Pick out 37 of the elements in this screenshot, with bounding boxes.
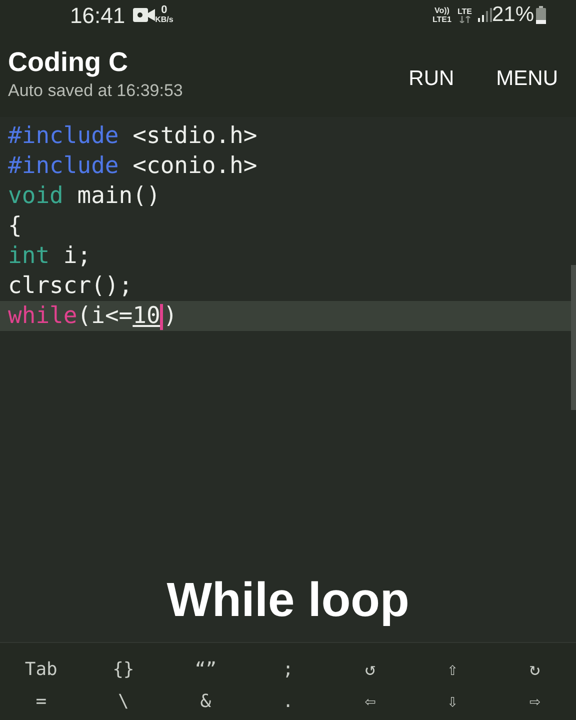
speed-unit: KB/s: [155, 15, 174, 25]
speed-value: 0: [161, 5, 168, 15]
autosave-status: Auto saved at 16:39:53: [8, 80, 183, 102]
app-title: Coding C: [8, 46, 129, 78]
data-arrows-icon: [458, 16, 471, 23]
code-line: #include <stdio.h>: [7, 122, 258, 151]
keyboard-key[interactable]: ↻: [494, 656, 576, 682]
video-caption: While loop: [166, 573, 410, 629]
keyboard-key[interactable]: ⇨: [494, 688, 576, 714]
keyboard-key[interactable]: ;: [246, 656, 330, 682]
volte-label: LTE1: [432, 15, 452, 24]
keyboard-key[interactable]: ⇦: [329, 688, 412, 714]
keyboard-key[interactable]: &: [164, 688, 247, 714]
volte-label: Vo)): [434, 6, 450, 15]
code-line: clrscr();: [7, 272, 134, 301]
keyboard-key[interactable]: \: [82, 688, 165, 714]
code-line: void main(): [7, 182, 162, 211]
action-button[interactable]: MENU: [496, 62, 558, 94]
video-camera-icon: [133, 8, 156, 22]
code-line: int i;: [7, 242, 92, 271]
battery-percent: 21%: [492, 2, 534, 28]
keyboard-key[interactable]: “”: [164, 656, 247, 682]
scrollbar[interactable]: [571, 265, 576, 410]
code-line: {: [7, 212, 23, 241]
keyboard-key[interactable]: ↺: [329, 656, 412, 682]
network-type: LTE: [457, 7, 472, 16]
signal-icon: [478, 8, 492, 22]
keyboard-key[interactable]: .: [246, 688, 330, 714]
keyboard-key[interactable]: {}: [82, 656, 165, 682]
battery-icon: [536, 6, 546, 24]
keyboard-key[interactable]: ⇧: [411, 656, 494, 682]
keyboard-key[interactable]: ⇩: [411, 688, 494, 714]
code-line: #include <conio.h>: [7, 152, 258, 181]
clock-time: 16:41: [70, 2, 126, 30]
keyboard-key[interactable]: Tab: [0, 656, 82, 682]
action-button[interactable]: RUN: [408, 62, 454, 94]
keyboard-key[interactable]: =: [0, 688, 82, 714]
